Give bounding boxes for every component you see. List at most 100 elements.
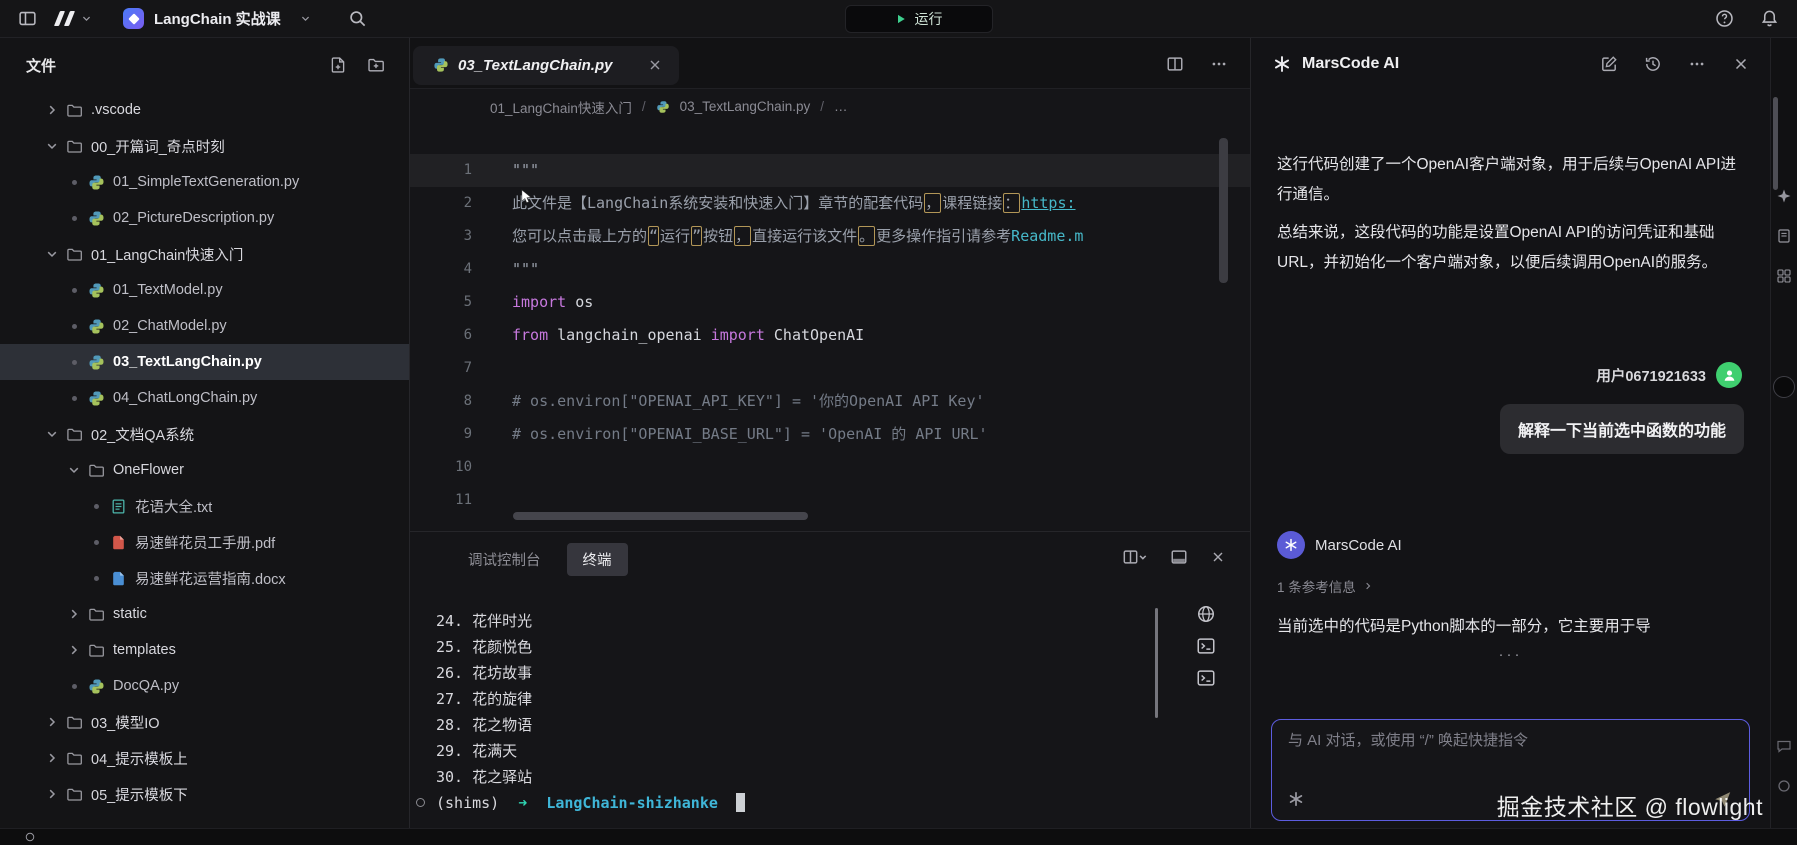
chat-history-icon[interactable] [1644,55,1662,73]
reference-link[interactable]: 1 条参考信息 [1277,576,1744,596]
tree-folder-static[interactable]: static [0,596,409,632]
breadcrumb-file[interactable]: 03_TextLangChain.py [680,99,811,114]
editor-tab-bar: 03_TextLangChain.py [410,38,1250,89]
new-file-icon[interactable] [329,56,347,74]
code-line-2[interactable]: 2此文件是【LangChain系统安装和快速入门】章节的配套代码，课程链接：ht… [410,187,1250,220]
editor-group: 03_TextLangChain.py 01_LangChain快速入门 / 0… [410,38,1250,828]
code-line-9[interactable]: 9# os.environ["OPENAI_BASE_URL"] = 'Open… [410,418,1250,451]
run-button[interactable]: 运行 [845,5,993,33]
code-line-5[interactable]: 5import os [410,286,1250,319]
tree-file-花语大全.txt[interactable]: 花语大全.txt [0,488,409,524]
tree-file-01_TextModel.py[interactable]: 01_TextModel.py [0,272,409,308]
sparkle-icon[interactable] [1776,188,1792,204]
tree-folder-.vscode[interactable]: .vscode [0,92,409,128]
code-line-3[interactable]: 3您可以点击最上方的“运行”按钮，直接运行该文件。更多操作指引请参考Readme… [410,220,1250,253]
code-text [472,451,512,484]
tree-file-易速鲜花运营指南.docx[interactable]: 易速鲜花运营指南.docx [0,560,409,596]
tree-folder-03_模型IO[interactable]: 03_模型IO [0,704,409,740]
new-chat-icon[interactable] [1600,55,1618,73]
status-ring-icon[interactable] [1776,778,1792,794]
terminal-session-icon[interactable] [1196,636,1216,656]
terminal-output[interactable]: 24. 花伴时光25. 花颜悦色26. 花坊故事27. 花的旋律28. 花之物语… [410,586,1250,816]
editor-horizontal-scrollbar[interactable] [513,512,808,520]
code-editor[interactable]: 1"""2此文件是【LangChain系统安装和快速入门】章节的配套代码，课程链… [410,124,1250,531]
tree-file-03_TextLangChain.py[interactable]: 03_TextLangChain.py [0,344,409,380]
tree-folder-05_提示模板下[interactable]: 05_提示模板下 [0,776,409,812]
editor-vertical-scrollbar[interactable] [1219,138,1228,283]
txt-file-icon [110,498,127,515]
file-bullet [66,354,82,370]
panel-layout-icon[interactable] [1170,548,1188,566]
chat-scrollbar[interactable] [1773,97,1778,190]
tree-item-label: .vscode [91,102,141,118]
tab-terminal[interactable]: 终端 [567,543,628,576]
split-terminal-icon[interactable] [1122,548,1148,566]
search-icon[interactable] [348,9,367,28]
code-text: from langchain_openai import ChatOpenAI [472,319,864,352]
close-panel-icon[interactable] [1210,548,1226,566]
terminal-output-line: 27. 花的旋律 [436,686,1250,712]
tree-file-02_ChatModel.py[interactable]: 02_ChatModel.py [0,308,409,344]
app-menu-chevron-icon[interactable] [80,12,93,25]
tree-item-label: OneFlower [113,462,184,478]
tree-file-DocQA.py[interactable]: DocQA.py [0,668,409,704]
code-line-6[interactable]: 6from langchain_openai import ChatOpenAI [410,319,1250,352]
folder-icon [88,462,105,479]
docx-file-icon [110,570,127,587]
user-avatar [1716,362,1742,388]
terminal-env-icon[interactable] [1196,604,1216,624]
code-text: 此文件是【LangChain系统安装和快速入门】章节的配套代码，课程链接：htt… [472,187,1076,220]
editor-more-icon[interactable] [1210,55,1228,73]
close-tab-icon[interactable] [647,57,663,73]
pdf-file-icon [110,534,127,551]
tab-debug-console[interactable]: 调试控制台 [468,549,541,570]
tree-folder-templates[interactable]: templates [0,632,409,668]
code-line-1[interactable]: 1""" [410,154,1250,187]
tab-03-textlangchain[interactable]: 03_TextLangChain.py [413,46,679,85]
python-file-icon [88,318,105,335]
tree-folder-00_开篇词_奇点时刻[interactable]: 00_开篇词_奇点时刻 [0,128,409,164]
watermark: 掘金技术社区 @ flowlight [1497,788,1763,822]
tree-folder-01_LangChain快速入门[interactable]: 01_LangChain快速入门 [0,236,409,272]
new-folder-icon[interactable] [367,56,385,74]
code-line-8[interactable]: 8# os.environ["OPENAI_API_KEY"] = '你的Ope… [410,385,1250,418]
tree-folder-02_文档QA系统[interactable]: 02_文档QA系统 [0,416,409,452]
breadcrumb[interactable]: 01_LangChain快速入门 / 03_TextLangChain.py /… [410,89,1250,124]
line-number: 2 [410,187,472,220]
apps-icon[interactable] [1776,268,1792,284]
terminal-output-line: 28. 花之物语 [436,712,1250,738]
ai-panel-title: MarsCode AI [1302,55,1399,73]
toggle-sidebar-icon[interactable] [18,9,37,28]
breadcrumb-folder[interactable]: 01_LangChain快速入门 [490,97,632,117]
tree-file-01_SimpleTextGeneration.py[interactable]: 01_SimpleTextGeneration.py [0,164,409,200]
close-ai-panel-icon[interactable] [1732,55,1750,73]
file-bullet [66,174,82,190]
tree-file-02_PictureDescription.py[interactable]: 02_PictureDescription.py [0,200,409,236]
code-line-7[interactable]: 7 [410,352,1250,385]
notifications-icon[interactable] [1760,9,1779,28]
ai-chat-input[interactable] [1288,732,1733,749]
notes-icon[interactable] [1776,228,1792,244]
tree-file-04_ChatLongChain.py[interactable]: 04_ChatLongChain.py [0,380,409,416]
terminal-prompt[interactable]: (shims) ➜ LangChain-shizhanke [436,790,1250,816]
profile-avatar[interactable] [1773,376,1795,398]
project-switcher[interactable]: LangChain 实战课 [123,8,312,29]
tree-file-易速鲜花员工手册.pdf[interactable]: 易速鲜花员工手册.pdf [0,524,409,560]
help-icon[interactable] [1715,9,1734,28]
code-line-4[interactable]: 4""" [410,253,1250,286]
remote-status-icon[interactable] [24,831,36,843]
ai-panel-header: MarsCode AI [1251,38,1770,90]
tree-folder-OneFlower[interactable]: OneFlower [0,452,409,488]
tree-item-label: 01_LangChain快速入门 [91,244,243,265]
folder-icon [66,786,83,803]
quick-command-icon[interactable] [1288,791,1304,807]
split-editor-icon[interactable] [1166,55,1184,73]
ai-more-icon[interactable] [1688,55,1706,73]
code-text: """ [472,253,539,286]
terminal-session-icon[interactable] [1196,668,1216,688]
code-line-10[interactable]: 10 [410,451,1250,484]
chat-icon[interactable] [1776,738,1792,754]
tree-folder-04_提示模板上[interactable]: 04_提示模板上 [0,740,409,776]
breadcrumb-more[interactable]: … [834,99,848,114]
terminal-scrollbar[interactable] [1155,608,1158,718]
